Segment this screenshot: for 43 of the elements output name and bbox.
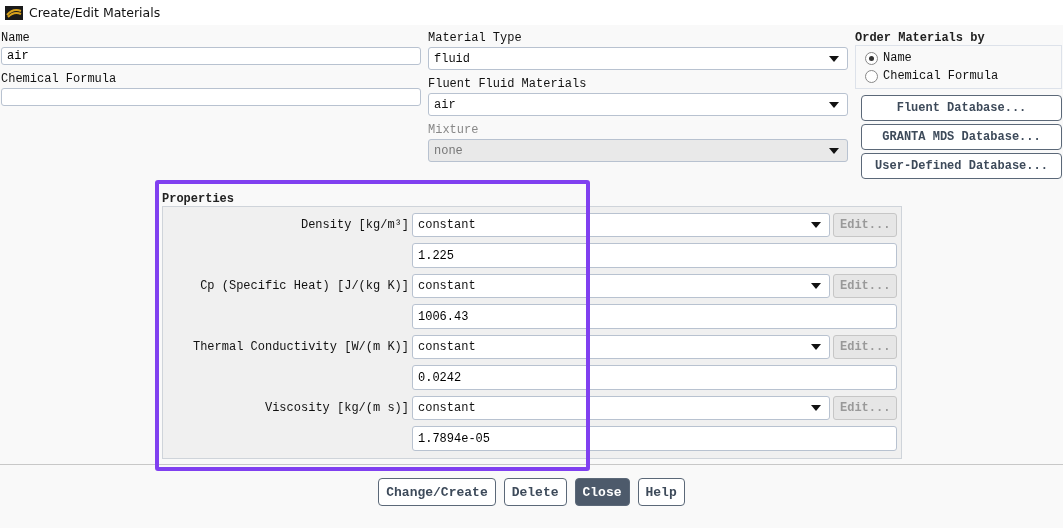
app-logo-icon <box>5 5 23 20</box>
dropdown-arrow-icon <box>811 405 821 411</box>
group-title: Order Materials by <box>855 31 986 45</box>
property-label: Density [kg/m³] <box>299 218 409 232</box>
method-dropdown[interactable]: constant <box>412 213 830 237</box>
property-value-field[interactable]: 0.0242 <box>412 365 897 390</box>
dialog-button[interactable]: Help <box>637 478 685 506</box>
database-button[interactable]: User-Defined Database... <box>861 153 1062 179</box>
dropdown-arrow-icon <box>829 147 839 154</box>
radio-button[interactable] <box>865 51 878 65</box>
database-button[interactable]: Fluent Database... <box>861 95 1062 121</box>
dropdown-arrow-icon <box>829 101 839 108</box>
dropdown-arrow-icon <box>829 55 839 62</box>
field-label: Material Type <box>428 31 522 45</box>
property-value-field[interactable]: 1.225 <box>412 243 897 268</box>
field-label: Mixture <box>428 123 479 137</box>
dialog-button[interactable]: Change/Create <box>378 478 496 506</box>
radio-label: Name <box>883 51 912 65</box>
property-label: Thermal Conductivity [W/(m K)] <box>191 340 409 354</box>
database-button[interactable]: GRANTA MDS Database... <box>861 124 1062 150</box>
formula-field[interactable] <box>1 88 421 106</box>
window-title: Create/Edit Materials <box>29 5 161 20</box>
dropdown-arrow-icon <box>811 222 821 228</box>
method-dropdown[interactable]: constant <box>412 335 830 359</box>
property-label: Cp (Specific Heat) [J/(kg K)] <box>199 279 409 293</box>
radio-button[interactable] <box>865 69 878 83</box>
field-label: Chemical Formula <box>1 72 117 86</box>
field-label: Name <box>1 31 30 45</box>
dropdown-arrow-icon <box>811 283 821 289</box>
dropdown[interactable]: air <box>428 93 848 116</box>
property-label: Viscosity [kg/(m s)] <box>263 401 409 415</box>
field-label: Fluent Fluid Materials <box>428 77 587 91</box>
group-title: Properties <box>162 192 234 206</box>
method-dropdown[interactable]: constant <box>412 396 830 420</box>
property-value-field[interactable]: 1006.43 <box>412 304 897 329</box>
dropdown-arrow-icon <box>811 344 821 350</box>
radio-label: Chemical Formula <box>883 69 999 83</box>
dropdown[interactable]: fluid <box>428 47 848 70</box>
property-value-field[interactable]: 1.7894e-05 <box>412 426 897 451</box>
dialog-button[interactable]: Close <box>574 478 630 506</box>
name-field[interactable]: air <box>1 47 421 65</box>
method-dropdown[interactable]: constant <box>412 274 830 298</box>
dialog-button[interactable]: Delete <box>503 478 567 506</box>
